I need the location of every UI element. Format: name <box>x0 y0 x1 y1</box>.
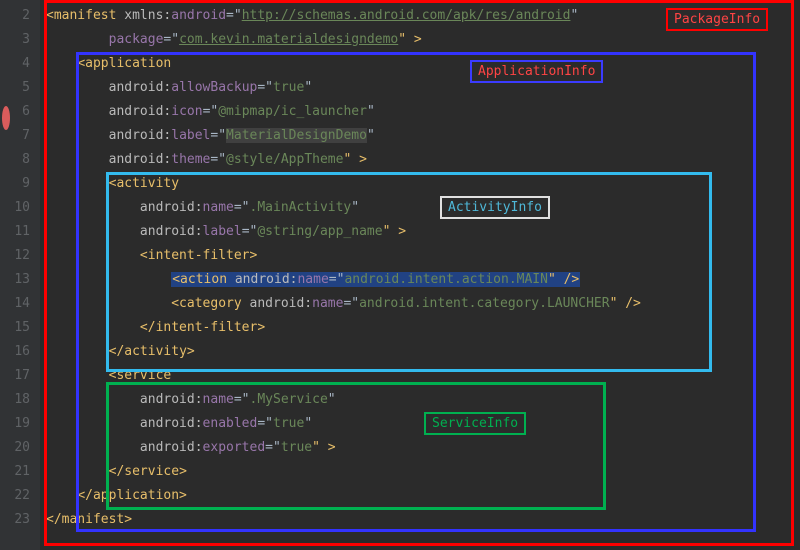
code-line[interactable]: package="com.kevin.materialdesigndemo" > <box>46 28 800 52</box>
activityinfo-label: ActivityInfo <box>440 196 550 219</box>
serviceinfo-label: ServiceInfo <box>424 412 526 435</box>
code-line[interactable]: <category android:name="android.intent.c… <box>46 292 800 316</box>
code-line[interactable]: <action android:name="android.intent.act… <box>46 268 800 292</box>
code-line[interactable]: </manifest> <box>46 508 800 532</box>
code-line[interactable]: android:name=".MyService" <box>46 388 800 412</box>
applicationinfo-label: ApplicationInfo <box>470 60 603 83</box>
code-line[interactable]: <activity <box>46 172 800 196</box>
code-line[interactable]: </service> <box>46 460 800 484</box>
line-number-gutter: 234 567 8910 111213 141516 171819 202122… <box>0 0 40 550</box>
code-line[interactable]: android:label="MaterialDesignDemo" <box>46 124 800 148</box>
code-line[interactable]: </intent-filter> <box>46 316 800 340</box>
packageinfo-label: PackageInfo <box>666 8 768 31</box>
code-area[interactable]: <manifest xmlns:android="http://schemas.… <box>40 0 800 550</box>
code-editor[interactable]: 234 567 8910 111213 141516 171819 202122… <box>0 0 800 550</box>
code-line[interactable]: <intent-filter> <box>46 244 800 268</box>
code-line[interactable]: android:label="@string/app_name" > <box>46 220 800 244</box>
code-line[interactable]: <service <box>46 364 800 388</box>
code-line[interactable]: android:theme="@style/AppTheme" > <box>46 148 800 172</box>
code-line[interactable]: android:enabled="true" <box>46 412 800 436</box>
code-line[interactable]: <application <box>46 52 800 76</box>
code-line[interactable]: </activity> <box>46 340 800 364</box>
code-line[interactable]: android:exported="true" > <box>46 436 800 460</box>
code-line[interactable]: android:icon="@mipmap/ic_launcher" <box>46 100 800 124</box>
code-line[interactable]: android:name=".MainActivity" <box>46 196 800 220</box>
code-line[interactable]: android:allowBackup="true" <box>46 76 800 100</box>
code-line[interactable]: </application> <box>46 484 800 508</box>
breakpoint-marker[interactable] <box>2 106 10 130</box>
